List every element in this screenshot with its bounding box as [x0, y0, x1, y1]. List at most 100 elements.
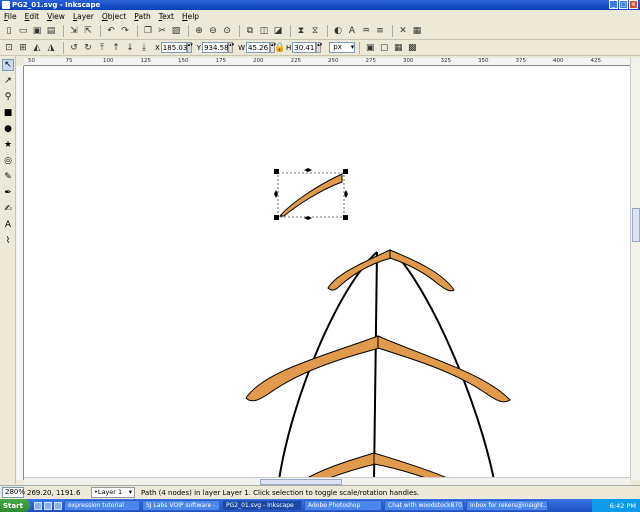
- zoom-page-icon[interactable]: ⊙: [221, 25, 233, 37]
- lower-icon[interactable]: ↓: [124, 42, 136, 54]
- center-stem-path[interactable]: [373, 251, 378, 480]
- menu-text[interactable]: Text: [159, 12, 174, 21]
- x-input[interactable]: 185.03: [160, 42, 187, 53]
- star-icon[interactable]: ★: [2, 139, 14, 151]
- unit-select[interactable]: px ▾: [329, 42, 356, 53]
- scale-stroke-icon[interactable]: ▣: [364, 42, 376, 54]
- group-icon[interactable]: ⧗: [295, 25, 307, 37]
- node-editor-icon[interactable]: ↗: [2, 75, 14, 87]
- text-icon[interactable]: A: [2, 219, 14, 231]
- menu-view[interactable]: View: [47, 12, 65, 21]
- y-input[interactable]: 934.58: [202, 42, 229, 53]
- export-icon[interactable]: ⇱: [82, 25, 94, 37]
- raise-icon[interactable]: ↑: [110, 42, 122, 54]
- drawing-svg[interactable]: [24, 66, 630, 480]
- dropper-icon[interactable]: ⌇: [2, 235, 14, 247]
- rotate-cw-icon[interactable]: ↻: [82, 42, 94, 54]
- horizontal-scrollbar[interactable]: [24, 477, 630, 485]
- branch-mid-right[interactable]: [377, 335, 511, 403]
- pen-icon[interactable]: ✒: [2, 187, 14, 199]
- raise-to-top-icon[interactable]: ⤒: [96, 42, 108, 54]
- branch-top-right[interactable]: [389, 249, 455, 292]
- copy-icon[interactable]: ❐: [142, 25, 154, 37]
- ellipse-icon[interactable]: ●: [2, 123, 14, 135]
- cut-icon[interactable]: ✂: [156, 25, 168, 37]
- media-icon[interactable]: [54, 501, 62, 510]
- handle-left[interactable]: [274, 190, 278, 198]
- menu-layer[interactable]: Layer: [73, 12, 94, 21]
- maximize-button[interactable]: □: [619, 0, 628, 9]
- zoom-input[interactable]: 280%: [2, 487, 25, 498]
- new-document-icon[interactable]: ▯: [3, 25, 15, 37]
- y-spinner[interactable]: ▴▾: [228, 42, 234, 53]
- save-icon[interactable]: ▣: [31, 25, 43, 37]
- redo-icon[interactable]: ↷: [119, 25, 131, 37]
- h-spinner[interactable]: ▴▾: [316, 42, 322, 53]
- align-icon[interactable]: ≡: [374, 25, 386, 37]
- layer-select[interactable]: •Layer 1 ▾: [91, 487, 135, 498]
- menu-path[interactable]: Path: [134, 12, 150, 21]
- close-button[interactable]: ×: [629, 0, 638, 9]
- menu-help[interactable]: Help: [182, 12, 199, 21]
- fill-stroke-icon[interactable]: ◐: [332, 25, 344, 37]
- menu-file[interactable]: File: [4, 12, 17, 21]
- undo-icon[interactable]: ↶: [105, 25, 117, 37]
- handle-top-right[interactable]: [343, 169, 348, 174]
- taskbar-task[interactable]: PG2_01.svg - Inkscape: [222, 500, 302, 511]
- branch-low-left[interactable]: [303, 452, 377, 480]
- flip-horizontal-icon[interactable]: ◭: [31, 42, 43, 54]
- taskbar-task[interactable]: Adobe Photoshop: [304, 500, 382, 511]
- handle-top[interactable]: [304, 168, 312, 172]
- rectangle-icon[interactable]: ■: [2, 107, 14, 119]
- zoom-icon[interactable]: ⚲: [2, 91, 14, 103]
- import-icon[interactable]: ⇲: [68, 25, 80, 37]
- browser-icon[interactable]: [44, 501, 52, 510]
- handle-bottom[interactable]: [304, 216, 312, 220]
- taskbar-task[interactable]: Inbox for rekers@insight...: [466, 500, 548, 511]
- start-button[interactable]: Start: [0, 499, 30, 512]
- zoom-drawing-icon[interactable]: ⊖: [207, 25, 219, 37]
- branch-mid-left[interactable]: [245, 335, 381, 402]
- vertical-scroll-thumb[interactable]: [632, 208, 640, 242]
- ungroup-icon[interactable]: ⧖: [309, 25, 321, 37]
- minimize-button[interactable]: _: [609, 0, 618, 9]
- transform-pattern-icon[interactable]: ▩: [406, 42, 418, 54]
- rotate-ccw-icon[interactable]: ↺: [68, 42, 80, 54]
- print-icon[interactable]: ▤: [45, 25, 57, 37]
- taskbar-task[interactable]: expression tutorial: [64, 500, 140, 511]
- document-properties-icon[interactable]: ▦: [411, 25, 423, 37]
- handle-right[interactable]: [344, 190, 348, 198]
- menu-object[interactable]: Object: [102, 12, 126, 21]
- selector-icon[interactable]: ↖: [2, 59, 14, 71]
- menu-edit[interactable]: Edit: [25, 12, 40, 21]
- clone-icon[interactable]: ◫: [258, 25, 270, 37]
- open-icon[interactable]: ▭: [17, 25, 29, 37]
- text-font-icon[interactable]: A: [346, 25, 358, 37]
- selected-path[interactable]: [278, 173, 343, 217]
- h-input[interactable]: 30.41: [292, 42, 317, 53]
- select-all-layers-icon[interactable]: ⊞: [17, 42, 29, 54]
- preferences-icon[interactable]: ✕: [397, 25, 409, 37]
- branch-top-left[interactable]: [327, 249, 393, 291]
- handle-top-left[interactable]: [274, 169, 279, 174]
- branch-low-right[interactable]: [373, 452, 453, 480]
- handle-bottom-right[interactable]: [343, 215, 348, 220]
- taskbar-task[interactable]: SJ Labs VOIP software - ...: [142, 500, 220, 511]
- lower-to-bottom-icon[interactable]: ⤓: [138, 42, 150, 54]
- zoom-selection-icon[interactable]: ⊕: [193, 25, 205, 37]
- scale-corners-icon[interactable]: ▢: [378, 42, 390, 54]
- duplicate-icon[interactable]: ⧉: [244, 25, 256, 37]
- calligraphy-icon[interactable]: ✍: [2, 203, 14, 215]
- drawing-canvas[interactable]: [24, 66, 630, 480]
- taskbar-task[interactable]: Chat with woodstock870...: [384, 500, 464, 511]
- w-input[interactable]: 45.26: [246, 42, 270, 53]
- show-desktop-icon[interactable]: [34, 501, 42, 510]
- lock-icon[interactable]: 🔒: [274, 42, 285, 54]
- pencil-icon[interactable]: ✎: [2, 171, 14, 183]
- vertical-scrollbar[interactable]: [630, 58, 640, 480]
- flip-vertical-icon[interactable]: ◮: [45, 42, 57, 54]
- transform-gradient-icon[interactable]: ▦: [392, 42, 404, 54]
- paste-icon[interactable]: ▨: [170, 25, 182, 37]
- spiral-icon[interactable]: ◎: [2, 155, 14, 167]
- select-all-icon[interactable]: ⊡: [3, 42, 15, 54]
